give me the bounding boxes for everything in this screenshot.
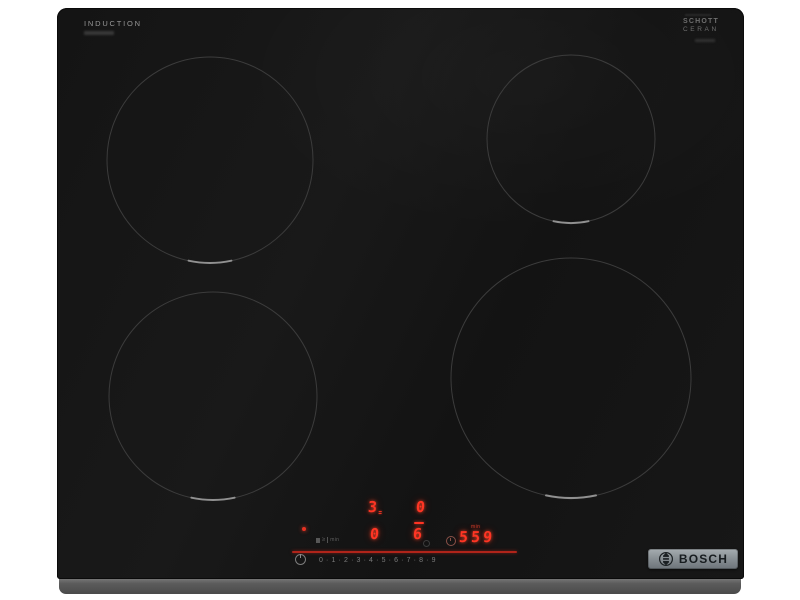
bosch-logo-text: BOSCH — [679, 553, 728, 565]
front-trim — [59, 579, 741, 594]
induction-hob: INDUCTION SCHOTT CERAN ≥ min 3 0 0 — [57, 8, 744, 579]
product-photo: INDUCTION SCHOTT CERAN ≥ min 3 0 0 — [0, 0, 800, 600]
bosch-anchor-icon — [658, 551, 674, 567]
bosch-logo-badge: BOSCH — [648, 549, 738, 569]
